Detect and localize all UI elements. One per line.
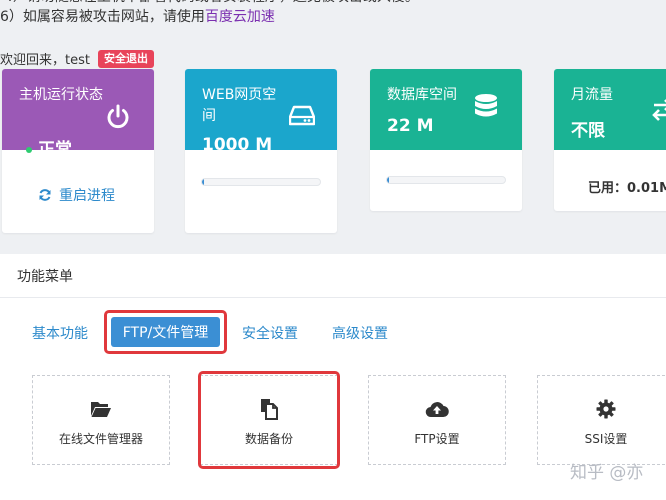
tab-ftp-highlight: FTP/文件管理: [104, 310, 227, 354]
database-icon: [474, 93, 498, 125]
db-space-progress-fill: [387, 177, 390, 183]
traffic-title: 月流量: [571, 87, 613, 103]
power-icon: [104, 103, 132, 135]
db-space-card: 数据库空间 22 M: [370, 69, 522, 211]
web-space-progress-fill: [202, 179, 205, 185]
web-space-title: WEB网页空间: [202, 87, 277, 124]
db-space-progress: [386, 176, 506, 184]
web-space-card: WEB网页空间 1000 M: [185, 69, 337, 233]
folder-open-icon: [90, 398, 112, 420]
hard-drive-icon: [288, 105, 316, 131]
tile-ftp-settings-label: FTP设置: [414, 432, 460, 446]
traffic-header: 月流量 不限: [554, 69, 666, 150]
notice-line-6-text: 6）如属容易被攻击网站，请使用: [0, 9, 205, 25]
tile-ssi-settings-label: SSI设置: [584, 432, 628, 446]
tab-advanced[interactable]: 高级设置: [332, 323, 388, 343]
host-status-header: 主机运行状态 正常: [2, 69, 154, 160]
tile-file-manager[interactable]: 在线文件管理器: [32, 375, 170, 465]
traffic-card: 月流量 不限 已用：0.01M: [554, 69, 666, 211]
watermark: 知乎 @亦: [570, 463, 644, 483]
function-menu-panel: 功能菜单 基本功能 FTP/文件管理 安全设置 高级设置 在线文件管理器 数据备…: [0, 254, 666, 500]
tile-ftp-settings[interactable]: FTP设置: [368, 375, 506, 465]
web-space-body: [185, 150, 337, 233]
refresh-icon: [39, 189, 51, 201]
notice-line-6: 6）如属容易被攻击网站，请使用百度云加速: [0, 6, 275, 28]
cloud-upload-icon: [425, 398, 449, 420]
menu-title: 功能菜单: [17, 269, 73, 285]
tab-basic[interactable]: 基本功能: [32, 323, 88, 343]
web-space-header: WEB网页空间 1000 M: [185, 69, 337, 155]
tab-security[interactable]: 安全设置: [242, 323, 298, 343]
db-space-title: 数据库空间: [387, 87, 457, 103]
cdn-link[interactable]: 百度云加速: [205, 9, 275, 25]
tile-file-manager-label: 在线文件管理器: [58, 432, 143, 446]
db-space-header: 数据库空间 22 M: [370, 69, 522, 150]
transfer-icon: [652, 99, 666, 125]
gear-icon: [596, 398, 616, 420]
menu-divider: [0, 297, 666, 298]
web-space-progress: [201, 178, 321, 186]
db-space-body: [370, 150, 522, 211]
logout-button[interactable]: 安全退出: [97, 49, 154, 68]
host-status-card: 主机运行状态 正常 重启进程: [2, 69, 154, 233]
tile-backup-highlight: [198, 371, 340, 469]
traffic-used: 已用：0.01M: [588, 181, 666, 196]
welcome-bar: 欢迎回来，test 安全退出: [0, 49, 154, 68]
tile-ssi-settings[interactable]: SSI设置: [537, 375, 666, 465]
traffic-body: 已用：0.01M: [554, 150, 666, 211]
restart-button[interactable]: 重启进程: [38, 185, 115, 205]
restart-label: 重启进程: [59, 188, 115, 204]
tab-ftp[interactable]: FTP/文件管理: [111, 317, 220, 347]
host-status-title: 主机运行状态: [19, 87, 103, 103]
welcome-text: 欢迎回来，test: [0, 53, 90, 68]
traffic-value: 不限: [571, 121, 605, 141]
db-space-value: 22 M: [387, 116, 434, 136]
